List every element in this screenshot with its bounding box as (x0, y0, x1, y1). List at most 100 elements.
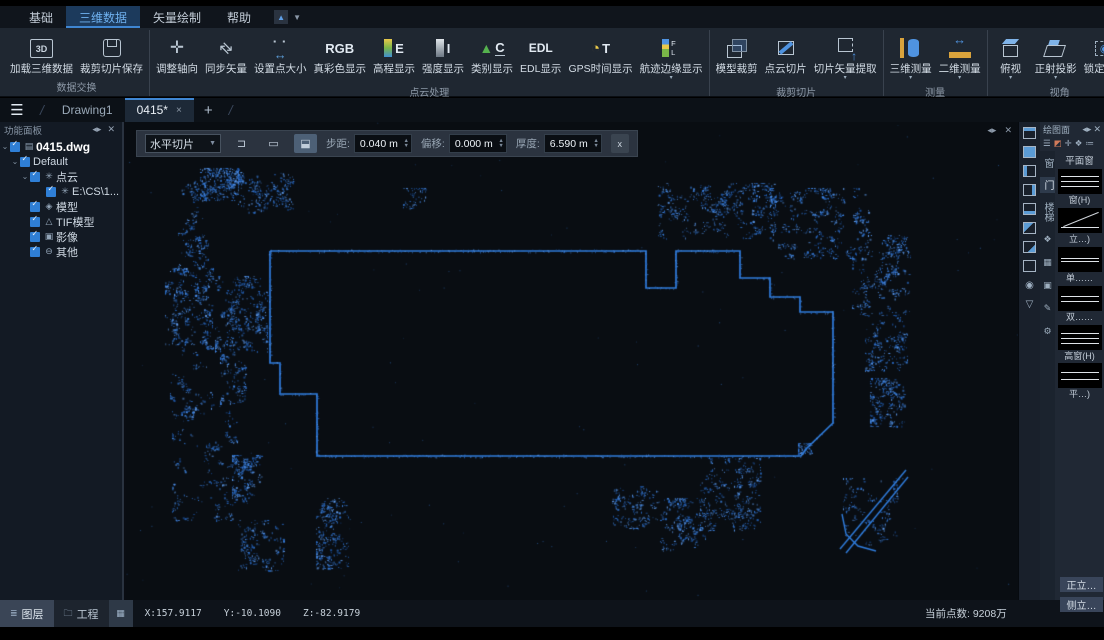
quick-access-icon[interactable]: ▲ (274, 10, 288, 24)
viewport-pin-icon[interactable]: ◂▸ (987, 125, 996, 136)
tab-0415-active[interactable]: 0415* × (125, 98, 194, 122)
checkbox-checked-icon[interactable] (20, 157, 30, 167)
menu-tab-3d-data[interactable]: 三维数据 (66, 6, 140, 28)
tree-item-other[interactable]: ⊖ 其他 (0, 244, 122, 259)
tree-item-pointcloud-file[interactable]: ✳ E:\CS\1... (0, 184, 122, 199)
slice-toolbar-close-button[interactable]: x (611, 134, 629, 153)
btn-cloud-slice[interactable]: 点云切片 (762, 32, 810, 77)
btn-load-3d-data[interactable]: 加载三维数据 (7, 32, 76, 77)
tab-annotate-icon[interactable]: ▦ (1040, 254, 1055, 271)
btn-edl-display[interactable]: EDL显示 (517, 32, 564, 77)
tab-frame-icon[interactable]: ▣ (1040, 277, 1055, 294)
checkbox-checked-icon[interactable] (30, 217, 40, 227)
spinner-arrows-icon[interactable]: ▲▼ (403, 139, 408, 148)
component-thumbnail[interactable] (1058, 286, 1102, 311)
layers-tab[interactable]: ≣ 图层 (0, 600, 54, 627)
panel-pin-icon[interactable]: ◂▸ (89, 124, 104, 135)
btn-model-crop[interactable]: 模型裁剪 (713, 32, 761, 77)
view-wire-icon[interactable] (1023, 260, 1036, 272)
add-tab-button[interactable]: + (194, 98, 223, 122)
btn-class-display[interactable]: 类别显示 (468, 32, 516, 77)
thickness-input[interactable]: 6.590 m ▲▼ (544, 134, 602, 153)
tab-decor-icon[interactable]: ❖ (1040, 231, 1055, 248)
menu-tab-basic[interactable]: 基础 (16, 6, 66, 28)
tree-item-tif-model[interactable]: △ TIF模型 (0, 214, 122, 229)
viewport-close-icon[interactable]: ✕ (1004, 125, 1012, 136)
expand-icon[interactable]: ⌄ (0, 142, 10, 151)
offset-input[interactable]: 0.000 m ▲▼ (449, 134, 507, 153)
panel-close-icon[interactable]: ✕ (104, 124, 118, 135)
tree-item-default[interactable]: ⌄ Default (0, 154, 122, 169)
quick-access-caret-icon[interactable]: ▼ (293, 13, 301, 22)
view-iso-se-icon[interactable] (1023, 241, 1036, 253)
view-solid-icon[interactable] (1023, 146, 1036, 158)
filter-icon[interactable]: ≔ (1085, 138, 1094, 149)
front-elevation-button[interactable]: 正立… (1060, 577, 1103, 592)
panel-close-icon[interactable]: ✕ (1093, 124, 1101, 135)
btn-trajectory-edge-display[interactable]: 航迹边缘显示 ▾ (637, 32, 706, 82)
btn-adjust-axis[interactable]: 调整轴向 (153, 32, 201, 77)
spinner-arrows-icon[interactable]: ▲▼ (498, 139, 503, 148)
slice-plane-icon[interactable]: ⬓ (294, 134, 317, 153)
point-cloud-canvas[interactable] (126, 122, 1018, 600)
component-thumbnail[interactable] (1058, 363, 1102, 388)
tree-item-model[interactable]: ◈ 模型 (0, 199, 122, 214)
btn-save-crop-slice[interactable]: 裁剪切片保存 (77, 32, 146, 77)
tab-window[interactable]: 窗 (1040, 155, 1055, 171)
tree-item-pointcloud[interactable]: ⌄ ✳ 点云 (0, 169, 122, 184)
checkbox-checked-icon[interactable] (46, 187, 56, 197)
tab-drawing1[interactable]: Drawing1 (50, 98, 125, 122)
view-camera-icon[interactable]: ◉ (1023, 279, 1036, 291)
menu-tab-help[interactable]: 帮助 (214, 6, 264, 28)
viewport-3d[interactable]: ◂▸ ✕ 水平切片 ▼ ⊐ ▭ ⬓ 步距: 0.040 m ▲▼ (126, 122, 1018, 600)
component-thumbnail[interactable] (1058, 247, 1102, 272)
view-top-icon[interactable] (1023, 127, 1036, 139)
hamburger-menu-icon[interactable]: ☰ (0, 98, 34, 122)
btn-sync-vector[interactable]: 同步矢量 (202, 32, 250, 77)
component-thumbnail[interactable] (1058, 169, 1102, 194)
btn-point-size[interactable]: 设置点大小 (251, 32, 310, 77)
slice-rect-icon[interactable]: ▭ (262, 134, 285, 153)
component-thumbnail[interactable] (1058, 325, 1102, 350)
component-thumbnail[interactable] (1058, 208, 1102, 233)
btn-ortho-projection[interactable]: 正射投影 ▾ (1032, 32, 1080, 82)
btn-measure-3d[interactable]: 三维测量 ▾ (887, 32, 935, 82)
checkbox-checked-icon[interactable] (10, 142, 20, 152)
btn-measure-2d[interactable]: 二维测量 ▾ (936, 32, 984, 82)
locate-icon[interactable]: ◩ (1054, 138, 1062, 149)
btn-slice-vector-extract[interactable]: 切片矢量提取 ▾ (811, 32, 880, 82)
tab-sketch-icon[interactable]: ✎ (1040, 300, 1055, 317)
checkbox-checked-icon[interactable] (30, 202, 40, 212)
view-bottom-icon[interactable] (1023, 203, 1036, 215)
step-input[interactable]: 0.040 m ▲▼ (354, 134, 412, 153)
settings-gear-icon[interactable]: ⚙ (1040, 323, 1055, 340)
expand-icon[interactable]: ⌄ (20, 172, 30, 181)
side-elevation-button[interactable]: 侧立… (1060, 597, 1103, 612)
btn-gps-time-display[interactable]: GPS时间显示 (565, 32, 635, 77)
list-icon[interactable]: ☰ (1043, 138, 1051, 149)
view-right-icon[interactable] (1023, 184, 1036, 196)
tab-stairs[interactable]: 楼梯 (1040, 199, 1055, 225)
expand-icon[interactable]: ⌄ (10, 157, 20, 166)
tab-close-icon[interactable]: × (176, 105, 182, 116)
slice-rotate-icon[interactable]: ⊐ (230, 134, 253, 153)
tree-item-image[interactable]: ▣ 影像 (0, 229, 122, 244)
tree-item-dwg[interactable]: ⌄ ▤ 0415.dwg (0, 139, 122, 154)
tab-door[interactable]: 门 (1040, 177, 1055, 193)
view-left-icon[interactable] (1023, 165, 1036, 177)
view-walk-icon[interactable]: ▽ (1023, 298, 1036, 310)
btn-top-view[interactable]: 俯视 ▾ (991, 32, 1031, 82)
panel-pin-icon[interactable]: ◂▸ (1082, 124, 1091, 135)
view-iso-sw-icon[interactable] (1023, 222, 1036, 234)
btn-lock-view[interactable]: 锁定视角 (1081, 32, 1104, 77)
btn-intensity-display[interactable]: 强度显示 (419, 32, 467, 77)
checkbox-checked-icon[interactable] (30, 247, 40, 257)
project-tab[interactable]: 🗀 工程 (54, 600, 109, 627)
mini-panel-tab[interactable]: ▦ (109, 600, 133, 627)
add-icon[interactable]: ✛ (1065, 138, 1072, 149)
slice-mode-dropdown[interactable]: 水平切片 ▼ (145, 134, 221, 153)
favorite-icon[interactable]: ❖ (1075, 138, 1083, 149)
checkbox-checked-icon[interactable] (30, 232, 40, 242)
btn-elevation-display[interactable]: 高程显示 (370, 32, 418, 77)
checkbox-checked-icon[interactable] (30, 172, 40, 182)
